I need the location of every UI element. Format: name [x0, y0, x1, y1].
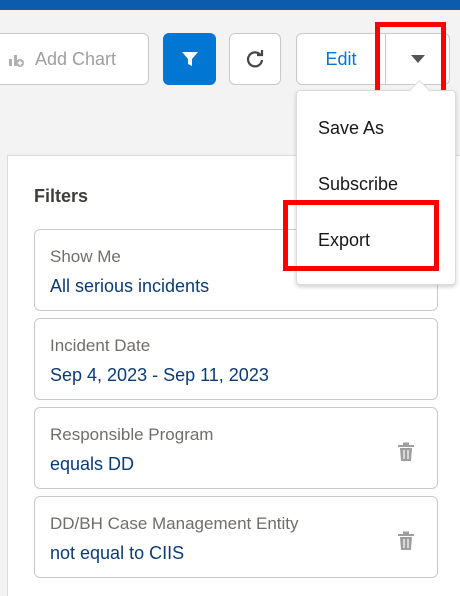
filter-button[interactable] [163, 33, 216, 85]
filter-label: Responsible Program [50, 425, 214, 444]
menu-item-subscribe[interactable]: Subscribe [318, 174, 398, 195]
filter-value: Sep 4, 2023 - Sep 11, 2023 [50, 365, 269, 385]
filter-icon [181, 52, 198, 66]
filter-value: All serious incidents [50, 276, 210, 296]
edit-button[interactable]: Edit [296, 33, 386, 85]
trash-icon[interactable] [397, 531, 415, 551]
add-chart-icon [9, 55, 24, 67]
filter-value: not equal to CIIS [50, 543, 185, 563]
chevron-down-icon [410, 55, 425, 63]
filter-label: DD/BH Case Management Entity [50, 514, 299, 533]
menu-item-export[interactable]: Export [318, 230, 370, 251]
add-chart-button[interactable]: Add Chart [0, 33, 149, 85]
filter-card-case-management-entity[interactable]: DD/BH Case Management Entity not equal t… [34, 496, 438, 578]
filter-label: Show Me [50, 247, 121, 266]
more-actions-button[interactable] [385, 33, 450, 85]
filter-card-incident-date[interactable]: Incident Date Sep 4, 2023 - Sep 11, 2023 [34, 318, 438, 400]
filter-label: Incident Date [50, 336, 151, 355]
refresh-icon [246, 50, 264, 68]
edit-label: Edit [325, 48, 357, 69]
trash-icon[interactable] [397, 442, 415, 462]
filters-title: Filters [34, 186, 89, 206]
filter-card-responsible-program[interactable]: Responsible Program equals DD [34, 407, 438, 489]
header-strip [0, 0, 460, 10]
refresh-button[interactable] [229, 33, 281, 85]
add-chart-label: Add Chart [35, 48, 117, 69]
actions-dropdown-menu: Save As Subscribe Export [296, 79, 456, 285]
filter-value: equals DD [50, 454, 135, 474]
menu-item-save-as[interactable]: Save As [318, 118, 384, 139]
